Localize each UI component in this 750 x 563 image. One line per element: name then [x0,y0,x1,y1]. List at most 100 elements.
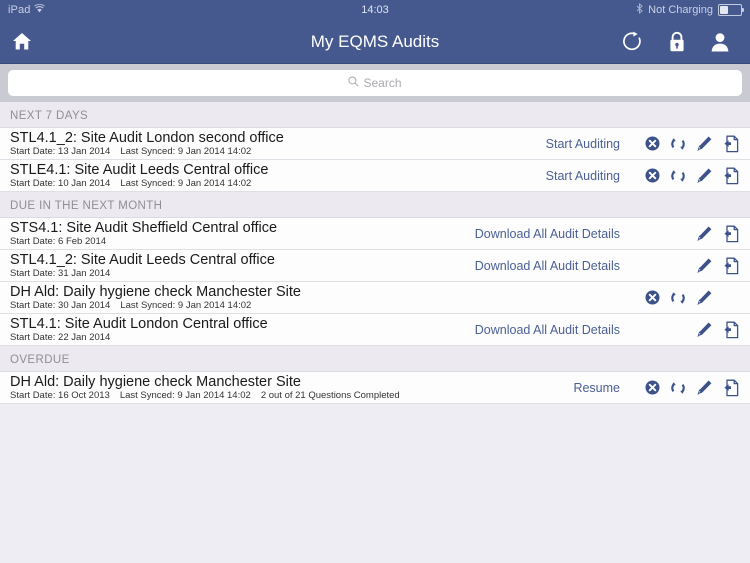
audit-row-texts: STL4.1: Site Audit London Central office… [10,314,268,346]
audit-action-link[interactable]: Start Auditing [546,169,620,183]
audit-last-synced: Last Synced: 9 Jan 2014 14:02 [120,145,252,157]
sync-icon[interactable] [666,286,690,310]
audit-row-actions: Download All Audit Details [475,254,742,278]
navigation-bar: My EQMS Audits [0,20,750,64]
edit-icon[interactable] [692,132,716,156]
sync-icon[interactable] [666,164,690,188]
sync-icon[interactable] [666,376,690,400]
refresh-icon[interactable] [623,31,644,53]
audit-row[interactable]: STL4.1_2: Site Audit Leeds Central offic… [0,250,750,282]
icon-placeholder [666,222,690,246]
audit-row-actions: Download All Audit Details [475,222,742,246]
audit-row-texts: DH Ald: Daily hygiene check Manchester S… [10,282,301,314]
cancel-icon[interactable] [640,286,664,310]
cancel-icon[interactable] [640,132,664,156]
status-bar-right: Not Charging [636,2,744,17]
audit-row-texts: STS4.1: Site Audit Sheffield Central off… [10,218,277,250]
download-document-icon[interactable] [718,318,742,342]
status-bar-left: iPad [8,3,46,16]
edit-icon[interactable] [692,376,716,400]
audit-start-date: Start Date: 13 Jan 2014 [10,145,111,157]
audit-meta: Start Date: 22 Jan 2014 [10,332,268,344]
audit-row-actions: Start Auditing [546,132,742,156]
sync-icon[interactable] [666,132,690,156]
ios-status-bar: iPad 14:03 Not Charging [0,0,750,20]
audit-action-link[interactable]: Download All Audit Details [475,323,620,337]
audit-meta: Start Date: 16 Oct 2013 Last Synced: 9 Ja… [10,390,400,402]
audit-progress: 2 out of 21 Questions Completed [260,389,400,401]
audit-row[interactable]: STL4.1_2: Site Audit London second offic… [0,128,750,160]
home-icon[interactable] [12,32,32,51]
charging-status-label: Not Charging [648,4,713,16]
audit-row-texts: STL4.1_2: Site Audit London second offic… [10,128,284,160]
audit-meta: Start Date: 10 Jan 2014 Last Synced: 9 Ja… [10,178,268,190]
navbar-right-actions [623,31,738,53]
app-root: iPad 14:03 Not Charging My EQMS Audits S… [0,0,750,563]
audit-row[interactable]: STS4.1: Site Audit Sheffield Central off… [0,218,750,250]
audit-last-synced: Last Synced: 9 Jan 2014 14:02 [120,177,252,189]
search-placeholder: Search [363,76,402,90]
audit-row[interactable]: STLE4.1: Site Audit Leeds Central office… [0,160,750,192]
audit-meta: Start Date: 31 Jan 2014 [10,268,275,280]
audit-start-date: Start Date: 6 Feb 2014 [10,235,107,247]
edit-icon[interactable] [692,164,716,188]
audit-start-date: Start Date: 22 Jan 2014 [10,331,111,343]
audit-start-date: Start Date: 16 Oct 2013 [10,389,110,401]
audit-row-texts: STLE4.1: Site Audit Leeds Central office… [10,160,268,192]
audit-title: STL4.1_2: Site Audit London second offic… [10,129,284,146]
audit-row[interactable]: DH Ald: Daily hygiene check Manchester S… [0,372,750,404]
lock-icon[interactable] [668,31,686,53]
audits-list: NEXT 7 DAYS STL4.1_2: Site Audit London s… [0,102,750,404]
search-bar-container: Search [0,64,750,102]
audit-title: DH Ald: Daily hygiene check Manchester S… [10,283,301,300]
icon-placeholder [666,254,690,278]
audit-action-link[interactable]: Resume [573,381,620,395]
download-document-icon[interactable] [718,376,742,400]
icon-placeholder [640,222,664,246]
edit-icon[interactable] [692,254,716,278]
section-header: OVERDUE [0,346,750,372]
audit-meta: Start Date: 6 Feb 2014 [10,236,277,248]
audit-start-date: Start Date: 31 Jan 2014 [10,267,111,279]
audit-title: DH Ald: Daily hygiene check Manchester S… [10,373,301,390]
audit-start-date: Start Date: 10 Jan 2014 [10,177,111,189]
audit-last-synced: Last Synced: 9 Jan 2014 14:02 [119,389,251,401]
download-document-icon[interactable] [718,254,742,278]
audit-meta: Start Date: 13 Jan 2014 Last Synced: 9 Ja… [10,146,284,158]
empty-list-area [0,404,750,563]
wifi-icon [34,3,46,16]
navbar-left-actions [12,32,32,51]
audit-row-actions: Resume [573,376,742,400]
section-header: NEXT 7 DAYS [0,102,750,128]
audit-title: STL4.1: Site Audit London Central office [10,315,268,332]
battery-icon [718,4,744,16]
audit-row-actions: Download All Audit Details [475,318,742,342]
audit-row[interactable]: DH Ald: Daily hygiene check Manchester S… [0,282,750,314]
download-document-icon[interactable] [718,164,742,188]
audit-title: STLE4.1: Site Audit Leeds Central office [10,161,269,178]
cancel-icon[interactable] [640,164,664,188]
audit-action-link[interactable]: Download All Audit Details [475,259,620,273]
audit-row-texts: DH Ald: Daily hygiene check Manchester S… [10,372,400,404]
bluetooth-icon [636,2,643,17]
audit-action-link[interactable]: Download All Audit Details [475,227,620,241]
audit-row[interactable]: STL4.1: Site Audit London Central office… [0,314,750,346]
download-document-icon[interactable] [718,132,742,156]
edit-icon[interactable] [692,222,716,246]
audit-title: STL4.1_2: Site Audit Leeds Central offic… [10,251,275,268]
search-input[interactable]: Search [8,70,742,96]
audit-row-texts: STL4.1_2: Site Audit Leeds Central offic… [10,250,275,282]
icon-placeholder [640,318,664,342]
audit-last-synced: Last Synced: 9 Jan 2014 14:02 [120,299,252,311]
audit-title: STS4.1: Site Audit Sheffield Central off… [10,219,278,236]
user-icon[interactable] [710,31,730,53]
cancel-icon[interactable] [640,376,664,400]
audit-row-actions [638,286,742,310]
download-document-icon[interactable] [718,222,742,246]
audit-action-link[interactable]: Start Auditing [546,137,620,151]
edit-icon[interactable] [692,318,716,342]
audit-meta: Start Date: 30 Jan 2014 Last Synced: 9 Ja… [10,300,301,312]
edit-icon[interactable] [692,286,716,310]
search-icon [348,76,360,90]
audit-row-actions: Start Auditing [546,164,742,188]
